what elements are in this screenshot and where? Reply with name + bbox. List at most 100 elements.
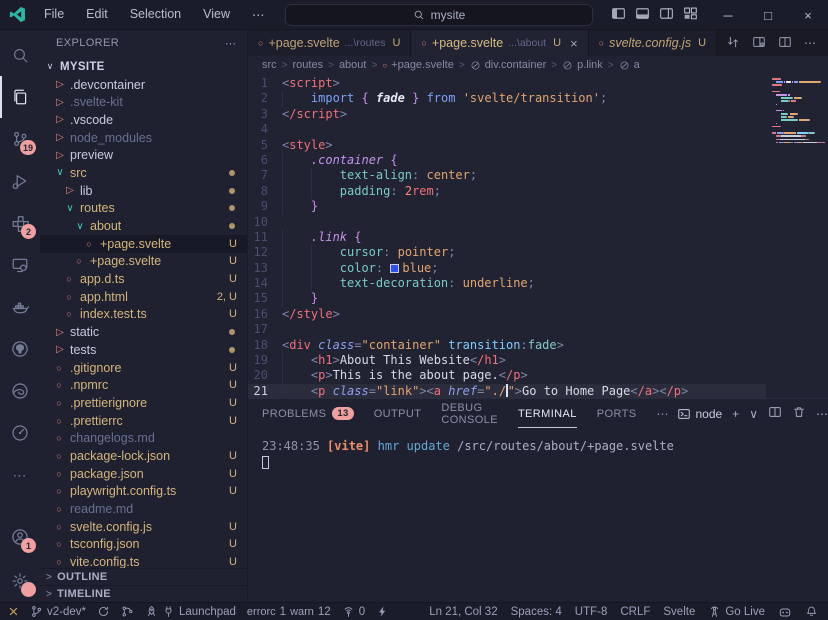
terminal-output[interactable]: 23:48:35 [vite] hmr update /src/routes/a… <box>248 428 828 473</box>
tree-item-src[interactable]: ∨src <box>40 164 247 182</box>
activity-source-control[interactable]: 19 <box>0 118 40 160</box>
activity-settings[interactable] <box>0 560 40 602</box>
status-power[interactable] <box>376 605 389 618</box>
status-git-graph[interactable] <box>121 605 134 618</box>
tree-item-index.test.ts[interactable]: ○index.test.tsU <box>40 306 247 324</box>
toggle-sidebar-button[interactable] <box>611 6 626 24</box>
breadcrumb-item-about[interactable]: about <box>339 59 367 71</box>
activity-remote-explorer[interactable] <box>0 244 40 286</box>
activity-github[interactable] <box>0 328 40 370</box>
tree-root[interactable]: ∨MYSITE <box>40 58 247 76</box>
kill-terminal-button[interactable] <box>792 405 806 422</box>
tree-item-lib[interactable]: ▷lib <box>40 182 247 200</box>
activity-run-debug[interactable] <box>0 160 40 202</box>
tree-item-.svelte-kit[interactable]: ▷.svelte-kit <box>40 93 247 111</box>
status-language-mode[interactable]: Svelte <box>663 606 695 618</box>
tab-+page.svelte[interactable]: ○+page.svelte...\aboutU× <box>411 30 588 56</box>
breadcrumb-item-div.container[interactable]: div.container <box>470 59 547 71</box>
status-git-sync[interactable] <box>97 605 110 618</box>
split-terminal-button[interactable] <box>768 405 782 422</box>
panel-tab-ports[interactable]: PORTS <box>597 399 637 428</box>
tree-item-.prettierignore[interactable]: ○.prettierignoreU <box>40 394 247 412</box>
split-preview-button[interactable] <box>752 35 766 52</box>
tree-item-svelte.config.js[interactable]: ○svelte.config.jsU <box>40 518 247 536</box>
maximize-button[interactable]: □ <box>748 8 788 23</box>
activity-extensions[interactable]: 2 <box>0 202 40 244</box>
activity-more-activity[interactable]: ⋯ <box>0 454 40 496</box>
tree-item-+page.svelte[interactable]: ○+page.svelteU <box>40 253 247 271</box>
code-line-15[interactable]: 15} <box>248 291 766 306</box>
breadcrumb-item-a[interactable]: a <box>619 59 640 71</box>
activity-accounts[interactable]: 1 <box>0 516 40 558</box>
activity-edge-devtools[interactable] <box>0 370 40 412</box>
code-line-3[interactable]: 3</script> <box>248 107 766 122</box>
code-line-21[interactable]: 21<p class="link"><a href="./">Go to Hom… <box>248 384 766 398</box>
menu-view[interactable]: View <box>194 4 239 25</box>
status-notifications[interactable] <box>805 605 818 618</box>
code-editor[interactable]: 1<script>2import { fade } from 'svelte/t… <box>248 74 828 398</box>
activity-docker[interactable] <box>0 286 40 328</box>
split-button[interactable] <box>778 35 792 52</box>
code-line-1[interactable]: 1<script> <box>248 76 766 91</box>
terminal-profile-dropdown[interactable]: ∨ <box>749 407 758 421</box>
status-cursor-position[interactable]: Ln 21, Col 32 <box>429 606 497 618</box>
section-outline[interactable]: >OUTLINE <box>40 568 247 585</box>
activity-plugin-circle[interactable] <box>0 412 40 454</box>
code-line-16[interactable]: 16</style> <box>248 307 766 322</box>
close-button[interactable]: × <box>788 8 828 23</box>
menu-selection[interactable]: Selection <box>121 4 190 25</box>
code-line-6[interactable]: 6.container { <box>248 153 766 168</box>
tree-item-readme.md[interactable]: ○readme.md <box>40 500 247 518</box>
status-encoding[interactable]: UTF-8 <box>575 606 608 618</box>
tree-item-app.d.ts[interactable]: ○app.d.tsU <box>40 270 247 288</box>
toggle-secondary-sidebar-button[interactable] <box>659 6 674 24</box>
tree-item-nodemodules[interactable]: ▷node_modules <box>40 129 247 147</box>
code-line-18[interactable]: 18<div class="container" transition:fade… <box>248 338 766 353</box>
panel-tab-output[interactable]: OUTPUT <box>374 399 422 428</box>
tree-item-preview[interactable]: ▷preview <box>40 146 247 164</box>
tree-item-about[interactable]: ∨about <box>40 217 247 235</box>
tree-item-app.html[interactable]: ○app.html2, U <box>40 288 247 306</box>
status-broadcast-count[interactable]: 0 <box>342 605 365 618</box>
tree-item-tsconfig.json[interactable]: ○tsconfig.jsonU <box>40 536 247 554</box>
breadcrumb-item-p.link[interactable]: p.link <box>562 59 603 71</box>
tree-item-tests[interactable]: ▷tests <box>40 341 247 359</box>
code-line-9[interactable]: 9} <box>248 199 766 214</box>
breadcrumb-item-+page.svelte[interactable]: ○+page.svelte <box>382 59 454 71</box>
tree-item-.npmrc[interactable]: ○.npmrcU <box>40 376 247 394</box>
command-center-search[interactable]: mysite <box>285 4 593 26</box>
tree-item-+page.svelte[interactable]: ○+page.svelteU <box>40 235 247 253</box>
tree-item-static[interactable]: ▷static <box>40 323 247 341</box>
panel-tab-problems[interactable]: PROBLEMS13 <box>262 399 354 428</box>
tree-item-package.json[interactable]: ○package.jsonU <box>40 465 247 483</box>
panel-tab-terminal[interactable]: TERMINAL <box>518 399 577 428</box>
tree-item-.gitignore[interactable]: ○.gitignoreU <box>40 359 247 377</box>
code-line-11[interactable]: 11.link { <box>248 230 766 245</box>
status-go-live[interactable]: Go Live <box>708 605 765 618</box>
activity-search[interactable] <box>0 34 40 76</box>
tree-item-.prettierrc[interactable]: ○.prettierrcU <box>40 412 247 430</box>
tree-item-package-lock.json[interactable]: ○package-lock.jsonU <box>40 447 247 465</box>
code-line-5[interactable]: 5<style> <box>248 138 766 153</box>
tree-item-routes[interactable]: ∨routes <box>40 200 247 218</box>
explorer-more-actions-button[interactable]: ⋯ <box>225 37 237 50</box>
tree-item-.devcontainer[interactable]: ▷.devcontainer <box>40 76 247 94</box>
status-copilot[interactable] <box>778 605 792 619</box>
status-eol[interactable]: CRLF <box>620 606 650 618</box>
code-line-13[interactable]: 13color: blue; <box>248 261 766 276</box>
status-remote-indicator[interactable] <box>8 606 19 617</box>
minimap[interactable] <box>766 74 828 398</box>
status-launchpad[interactable]: Launchpad <box>145 605 236 618</box>
menu-more[interactable]: ⋯ <box>243 4 274 25</box>
tab-svelte.config.js[interactable]: ○svelte.config.jsU <box>589 30 717 56</box>
code-line-12[interactable]: 12cursor: pointer; <box>248 245 766 260</box>
terminal-profile[interactable]: node <box>677 407 722 421</box>
new-terminal-button[interactable]: + <box>732 407 739 421</box>
breadcrumb-item-src[interactable]: src <box>262 59 277 71</box>
tree-item-.vscode[interactable]: ▷.vscode <box>40 111 247 129</box>
tab-+page.svelte[interactable]: ○+page.svelte...\routesU <box>248 30 411 56</box>
compare-button[interactable] <box>726 35 740 52</box>
activity-explorer[interactable] <box>0 76 40 118</box>
tree-item-changelogs.md[interactable]: ○changelogs.md <box>40 429 247 447</box>
minimize-button[interactable]: ─ <box>708 8 748 23</box>
